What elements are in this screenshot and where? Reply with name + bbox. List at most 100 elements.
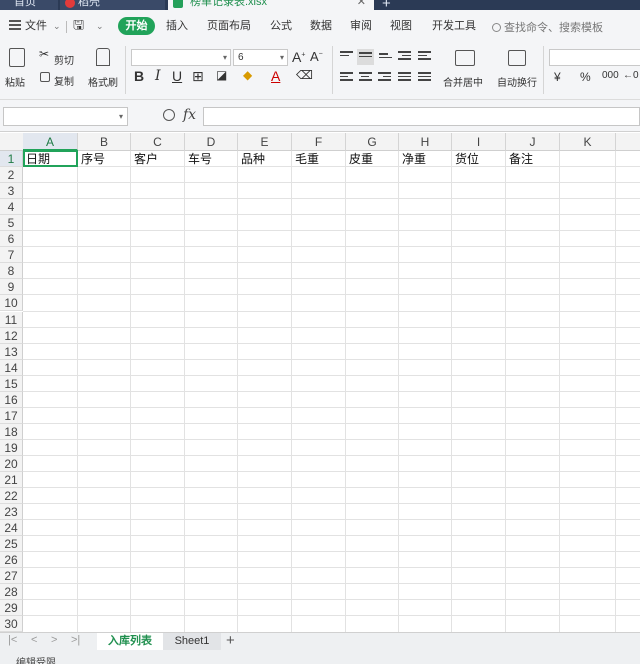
font-name-select[interactable]: ▾ [131, 49, 231, 66]
italic-icon[interactable]: I [155, 68, 161, 84]
font-size-select[interactable]: 6 ▾ [233, 49, 288, 66]
table-cell[interactable]: 净重 [399, 151, 452, 167]
row-header[interactable]: 5 [0, 215, 23, 232]
column-header[interactable]: B [78, 133, 131, 151]
table-cell[interactable]: 客户 [131, 151, 185, 167]
chevron-down-icon[interactable]: ⌄ [96, 19, 104, 33]
row-header[interactable]: 29 [0, 600, 23, 617]
first-sheet-icon[interactable]: |< [8, 634, 17, 646]
menu-start[interactable]: 开始 [118, 17, 155, 35]
tab-daoke[interactable]: 稻壳 [60, 0, 165, 10]
wrap-text-button[interactable]: 自动换行 [497, 74, 537, 89]
scissors-icon[interactable]: ✂ [39, 47, 49, 61]
column-header[interactable]: J [506, 133, 560, 151]
prev-sheet-icon[interactable]: < [31, 634, 37, 646]
column-header[interactable]: F [292, 133, 346, 151]
column-header[interactable]: C [131, 133, 185, 151]
add-sheet-icon[interactable]: + [226, 632, 235, 649]
save-icon[interactable]: 🖫 [73, 18, 84, 32]
row-header[interactable]: 23 [0, 504, 23, 521]
row-header[interactable]: 15 [0, 375, 23, 392]
next-sheet-icon[interactable]: > [51, 634, 57, 646]
indent-decrease-icon[interactable] [398, 51, 411, 62]
table-cell[interactable]: 序号 [78, 151, 131, 167]
new-tab-icon[interactable]: + [382, 0, 391, 10]
currency-icon[interactable]: ¥ [554, 70, 561, 84]
row-header[interactable]: 3 [0, 183, 23, 200]
border-icon[interactable]: ⊞ [192, 68, 204, 85]
merge-center-button[interactable]: 合并居中 [443, 74, 483, 89]
row-header[interactable]: 8 [0, 263, 23, 280]
row-header[interactable]: 7 [0, 247, 23, 264]
row-header[interactable]: 9 [0, 279, 23, 296]
row-header[interactable]: 30 [0, 616, 23, 632]
column-header[interactable]: A [23, 133, 78, 151]
underline-icon[interactable]: U [172, 68, 182, 84]
fill-color-icon[interactable]: ◪ [216, 68, 227, 82]
row-header[interactable]: 13 [0, 343, 23, 360]
row-header[interactable]: 22 [0, 488, 23, 505]
decimal-icon[interactable]: ←0 [623, 70, 639, 81]
align-bottom-icon[interactable] [379, 53, 392, 64]
last-sheet-icon[interactable]: >| [71, 634, 80, 646]
align-right-icon[interactable] [378, 72, 391, 83]
hamburger-icon[interactable] [9, 20, 21, 30]
row-header[interactable]: 14 [0, 359, 23, 376]
spreadsheet-grid[interactable]: ABCDEFGHIJK 1 2 3 4 5 6 7 8 9 10 11 12 13 14 15 16 17 18 1… [0, 133, 640, 632]
tab-document[interactable]: 榜单记录表.xlsx ✕ [168, 0, 374, 10]
column-header[interactable]: G [346, 133, 399, 151]
tab-home[interactable]: 首页 [0, 0, 58, 10]
row-header[interactable]: 11 [0, 311, 23, 328]
table-cell[interactable]: 车号 [185, 151, 238, 167]
sheet-tab-sheet1[interactable]: Sheet1 [163, 633, 221, 651]
row-header[interactable]: 21 [0, 472, 23, 488]
menu-page-layout[interactable]: 页面布局 [207, 19, 251, 33]
align-left-icon[interactable] [340, 72, 353, 83]
fx-icon[interactable]: fx [183, 107, 196, 123]
paste-icon[interactable] [9, 48, 25, 67]
menu-formula[interactable]: 公式 [270, 19, 292, 33]
chevron-down-icon[interactable]: ⌄ [53, 19, 61, 33]
menu-file[interactable]: 文件 [25, 19, 47, 33]
table-cell[interactable]: 毛重 [292, 151, 346, 167]
table-cell[interactable]: 货位 [452, 151, 506, 167]
row-header[interactable]: 10 [0, 295, 23, 312]
number-format-select[interactable] [549, 49, 640, 66]
column-header[interactable]: I [452, 133, 506, 151]
menu-review[interactable]: 审阅 [350, 19, 372, 33]
row-header[interactable]: 19 [0, 439, 23, 456]
decrease-font-icon[interactable]: A− [310, 49, 323, 64]
menu-insert[interactable]: 插入 [166, 19, 188, 33]
menu-view[interactable]: 视图 [390, 19, 412, 33]
row-header[interactable]: 20 [0, 455, 23, 472]
increase-font-icon[interactable]: A+ [292, 49, 305, 65]
zoom-icon[interactable] [163, 109, 175, 121]
menu-data[interactable]: 数据 [310, 19, 332, 33]
row-header[interactable]: 1 [0, 151, 23, 167]
row-header[interactable]: 2 [0, 167, 23, 184]
row-header[interactable]: 24 [0, 520, 23, 537]
justify-icon[interactable] [398, 72, 411, 83]
wrap-text-icon[interactable] [508, 50, 526, 66]
row-header[interactable]: 6 [0, 231, 23, 248]
table-cell[interactable]: 备注 [506, 151, 560, 167]
column-header[interactable]: K [560, 133, 616, 151]
table-cell[interactable]: 品种 [238, 151, 292, 167]
search-box[interactable]: 查找命令、搜索模板 [492, 19, 603, 35]
menu-developer[interactable]: 开发工具 [432, 19, 476, 33]
font-color-icon[interactable]: A [271, 68, 280, 84]
bold-icon[interactable]: B [134, 68, 144, 84]
column-header[interactable]: H [399, 133, 452, 151]
copy-icon[interactable] [40, 72, 50, 82]
distribute-icon[interactable] [418, 72, 431, 83]
row-header[interactable]: 12 [0, 327, 23, 344]
eraser-icon[interactable]: ⌫ [296, 68, 313, 82]
indent-increase-icon[interactable] [418, 51, 431, 62]
align-top-icon[interactable] [340, 51, 353, 62]
row-header[interactable]: 16 [0, 391, 23, 408]
row-header[interactable]: 18 [0, 423, 23, 440]
merge-center-icon[interactable] [455, 50, 475, 66]
close-icon[interactable]: ✕ [357, 0, 366, 8]
highlight-icon[interactable]: ◆ [243, 68, 252, 82]
row-header[interactable]: 28 [0, 584, 23, 601]
